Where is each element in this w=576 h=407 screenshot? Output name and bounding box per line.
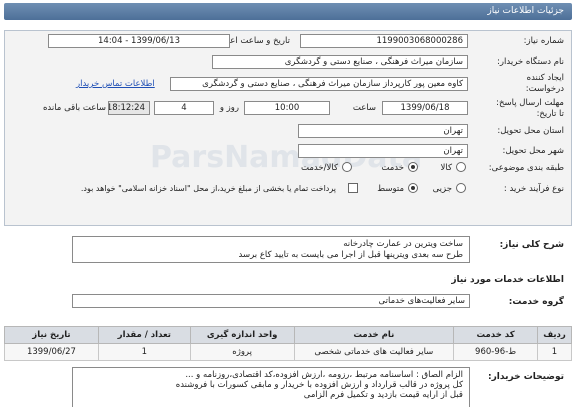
cell-need-date: 1399/06/27: [4, 343, 99, 361]
process-partial-label: جزیی: [432, 184, 452, 194]
description-line-1: ساخت ویترین در عمارت چادرخانه: [343, 239, 463, 249]
category-goods-service-radio[interactable]: [342, 162, 352, 172]
city-label: شهر محل تحویل:: [502, 146, 564, 156]
page-title: جزئیات اطلاعات نیاز: [487, 6, 564, 16]
need-number-label: شماره نیاز:: [523, 36, 564, 46]
process-medium-label: متوسط: [377, 184, 404, 194]
buyer-label: نام دستگاه خریدار:: [497, 57, 564, 67]
cell-unit: پروژه: [189, 343, 295, 361]
province-label: استان محل تحویل:: [497, 126, 564, 136]
need-number-field: 1199003068000286: [300, 34, 468, 48]
col-row-number: ردیف: [537, 326, 572, 344]
announce-date-field: 1399/06/13 - 14:04: [48, 34, 230, 48]
description-box: ساخت ویترین در عمارت چادرخانه طرح سه بعد…: [72, 236, 470, 263]
creator-label-line1: ایجاد کننده: [526, 73, 564, 83]
treasury-payment-note: پرداخت تمام یا بخشی از مبلغ خرید،از محل …: [80, 184, 336, 193]
buyer-field: سازمان میراث فرهنگی ، صنایع دستی و گردشگ…: [212, 55, 468, 69]
category-goods-service-label: کالا/خدمت: [301, 163, 338, 173]
category-goods-radio[interactable]: [456, 162, 466, 172]
process-type-label: نوع فرآیند خرید :: [503, 184, 564, 194]
buyer-notes-box: الزام الصاق : اساسنامه مرتبط ،رزومه ،ارز…: [72, 367, 470, 407]
category-service-label: خدمت: [381, 163, 404, 173]
table-header-row: ردیف کد خدمت نام خدمت واحد اندازه گیری ت…: [4, 326, 572, 344]
process-partial-radio[interactable]: [456, 183, 466, 193]
province-field: تهران: [298, 124, 468, 138]
services-section-title: اطلاعات خدمات مورد نیاز: [451, 275, 564, 285]
cell-service-name: سایر فعالیت های خدماتی شخصی: [293, 343, 455, 361]
creator-label-line2: درخواست:: [525, 84, 564, 94]
cell-service-code: ط-96-960: [453, 343, 539, 361]
deadline-time-label: ساعت: [352, 103, 376, 113]
buyer-notes-label: توضیحات خریدار:: [488, 372, 564, 382]
category-goods-label: کالا: [440, 163, 452, 173]
description-label: شرح کلی نیاز:: [499, 240, 564, 250]
buyer-notes-line-2: کل پروژه در قالب قرارداد و ارزش افزوده ب…: [175, 380, 463, 390]
process-medium-radio[interactable]: [408, 183, 418, 193]
days-label: روز و: [219, 103, 239, 113]
buyer-notes-line-3: قبل از ارایه قیمت بازدید و تکمیل فرم الز…: [303, 390, 463, 400]
col-need-date: تاریخ نیاز: [4, 326, 99, 344]
col-service-name: نام خدمت: [293, 326, 455, 344]
col-quantity: تعداد / مقدار: [97, 326, 191, 344]
col-service-code: کد خدمت: [453, 326, 539, 344]
remaining-label: ساعت باقی مانده: [42, 103, 106, 113]
col-unit: واحد اندازه گیری: [189, 326, 295, 344]
services-table: ردیف کد خدمت نام خدمت واحد اندازه گیری ت…: [4, 326, 572, 361]
deadline-date-field: 1399/06/18: [382, 101, 468, 115]
category-label: طبقه بندی موضوعی:: [488, 163, 564, 173]
treasury-payment-checkbox[interactable]: [348, 183, 358, 193]
days-left-field: 4: [154, 101, 214, 115]
category-service-radio[interactable]: [408, 162, 418, 172]
deadline-label-line1: مهلت ارسال پاسخ:: [496, 98, 564, 108]
deadline-time-field: 10:00: [244, 101, 330, 115]
cell-row-number: 1: [537, 343, 572, 361]
city-field: تهران: [298, 144, 468, 158]
buyer-notes-line-1: الزام الصاق : اساسنامه مرتبط ،رزومه ،ارز…: [185, 370, 463, 380]
table-row: 1 ط-96-960 سایر فعالیت های خدماتی شخصی پ…: [4, 343, 572, 361]
service-group-field: سایر فعالیت‌های خدماتی: [72, 294, 470, 308]
service-group-label: گروه خدمت:: [508, 297, 564, 307]
deadline-label-line2: تا تاریخ:: [536, 109, 564, 119]
cell-quantity: 1: [97, 343, 191, 361]
remaining-time-field: 18:12:24: [108, 101, 150, 115]
description-line-2: طرح سه بعدی ویترینها قبل از اجرا می بایس…: [238, 250, 464, 260]
creator-field: کاوه معین پور کارپرداز سازمان میراث فرهن…: [170, 77, 468, 91]
buyer-contact-link[interactable]: اطلاعات تماس خریدار: [76, 79, 155, 89]
page-header: جزئیات اطلاعات نیاز: [4, 3, 572, 20]
